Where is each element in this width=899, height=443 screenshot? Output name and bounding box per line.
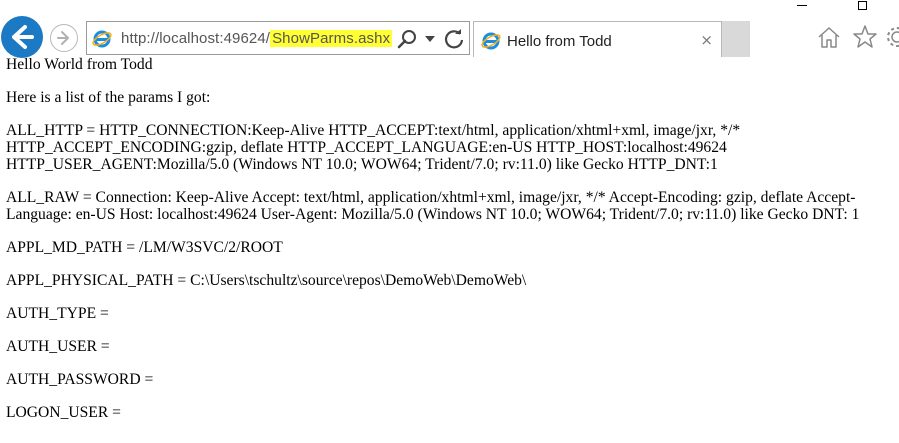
param-appl-md-path: APPL_MD_PATH = /LM/W3SVC/2/ROOT <box>6 239 283 256</box>
favorites-star-icon[interactable] <box>852 24 878 50</box>
address-bar[interactable]: http://localhost:49624/ShowParms.ashx <box>86 21 470 55</box>
close-icon[interactable]: × <box>700 31 713 49</box>
param-appl-physical-path: APPL_PHYSICAL_PATH = C:\Users\tschultz\s… <box>6 272 527 289</box>
back-arrow-icon <box>12 25 34 49</box>
param-all-http: ALL_HTTP = HTTP_CONNECTION:Keep-Alive HT… <box>6 122 741 173</box>
tab-hello-from-todd[interactable]: Hello from Todd × <box>473 21 722 57</box>
new-tab-button[interactable] <box>722 21 750 57</box>
url-prefix: http://localhost:49624/ <box>121 30 271 47</box>
refresh-icon[interactable] <box>443 28 465 50</box>
ie-logo-icon <box>481 32 501 50</box>
params-intro: Here is a list of the params I got: <box>6 89 211 106</box>
forward-arrow-icon <box>57 31 69 45</box>
param-auth-user: AUTH_USER = <box>6 338 110 355</box>
minimize-button[interactable] <box>797 5 807 6</box>
chevron-down-icon[interactable] <box>425 36 435 42</box>
back-button[interactable] <box>1 16 43 58</box>
maximize-button[interactable] <box>858 1 867 10</box>
tab-title: Hello from Todd <box>507 33 612 50</box>
ie-logo-icon <box>92 30 112 48</box>
url-text[interactable]: http://localhost:49624/ShowParms.ashx <box>121 30 393 47</box>
param-auth-password: AUTH_PASSWORD = <box>6 371 154 388</box>
url-highlight: ShowParms.ashx <box>270 30 393 47</box>
browser-toolbar: http://localhost:49624/ShowParms.ashx He… <box>0 14 899 62</box>
page-content: Hello World from Todd Here is a list of … <box>6 56 894 437</box>
settings-gear-icon[interactable] <box>884 24 899 50</box>
home-icon[interactable] <box>816 24 842 50</box>
forward-button[interactable] <box>50 24 78 52</box>
greeting-text: Hello World from Todd <box>6 56 153 73</box>
search-icon[interactable] <box>397 29 417 49</box>
param-logon-user: LOGON_USER = <box>6 404 121 421</box>
param-all-raw: ALL_RAW = Connection: Keep-Alive Accept:… <box>6 189 860 223</box>
param-auth-type: AUTH_TYPE = <box>6 305 109 322</box>
